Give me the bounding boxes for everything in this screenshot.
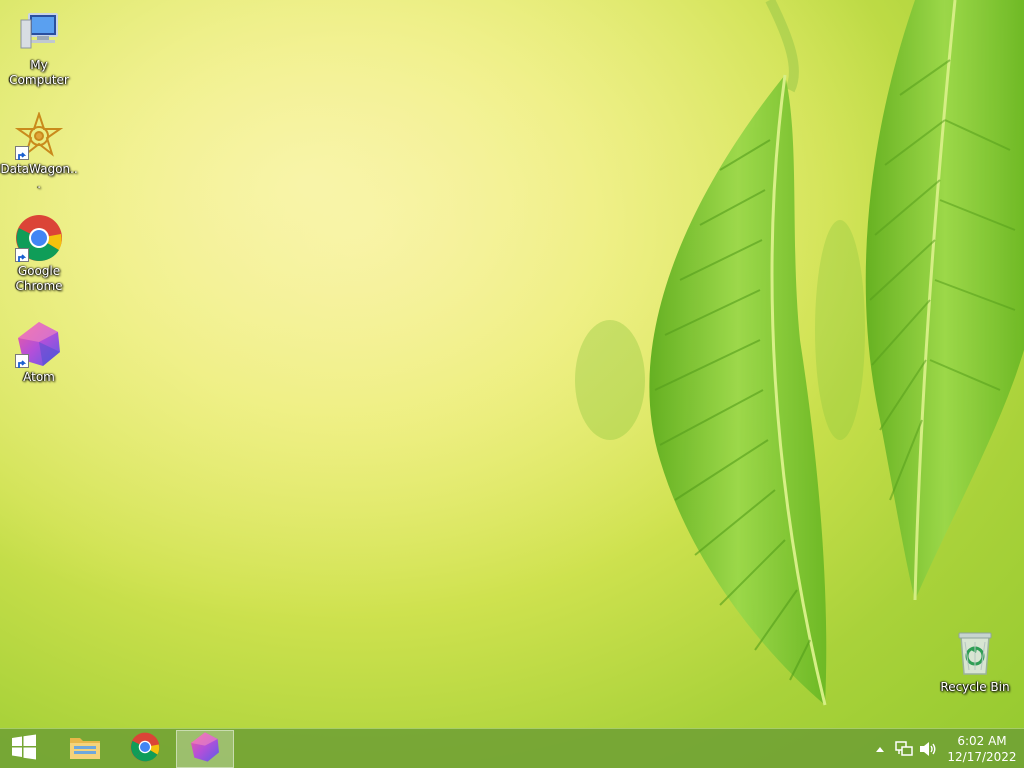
file-explorer-icon [68, 732, 102, 766]
desktop-icon-google-chrome[interactable]: Google Chrome [0, 214, 78, 294]
system-tray: 6:02 AM 12/17/2022 [868, 729, 1024, 768]
chrome-icon [130, 732, 160, 766]
taskbar-chrome[interactable] [116, 730, 174, 768]
desktop-icon-my-computer[interactable]: My Computer [0, 8, 78, 88]
network-icon[interactable] [892, 729, 916, 768]
chrome-icon [15, 214, 63, 262]
recycle-bin-icon [951, 630, 999, 678]
clock-date: 12/17/2022 [947, 750, 1017, 764]
taskbar-atom[interactable] [176, 729, 234, 768]
taskbar-file-explorer[interactable] [56, 730, 114, 768]
desktop-icon-label: Recycle Bin [940, 680, 1010, 694]
shortcut-arrow-icon [15, 248, 29, 262]
desktop-icon-recycle-bin[interactable]: Recycle Bin [936, 630, 1014, 695]
clock-time: 6:02 AM [957, 734, 1007, 748]
desktop-icon-label: Google Chrome [15, 264, 63, 293]
computer-icon [15, 8, 63, 56]
shortcut-arrow-icon [15, 354, 29, 368]
show-hidden-icons-chevron[interactable] [868, 729, 892, 768]
desktop-icon-atom[interactable]: Atom [0, 320, 78, 385]
atom-icon [15, 320, 63, 368]
shortcut-arrow-icon [15, 146, 29, 160]
windows-logo-icon [11, 734, 37, 764]
atom-icon [189, 731, 221, 767]
taskbar: 6:02 AM 12/17/2022 [0, 728, 1024, 768]
desktop-icon-datawagon[interactable]: DataWagon... [0, 110, 78, 192]
start-button[interactable] [0, 730, 48, 768]
datawagon-icon [14, 110, 64, 160]
taskbar-clock[interactable]: 6:02 AM 12/17/2022 [940, 729, 1024, 768]
desktop-wallpaper [0, 0, 1024, 728]
desktop-icon-label: My Computer [9, 58, 69, 87]
desktop-icon-label: Atom [23, 370, 55, 384]
volume-icon[interactable] [916, 729, 940, 768]
desktop-icon-label: DataWagon... [0, 162, 78, 191]
